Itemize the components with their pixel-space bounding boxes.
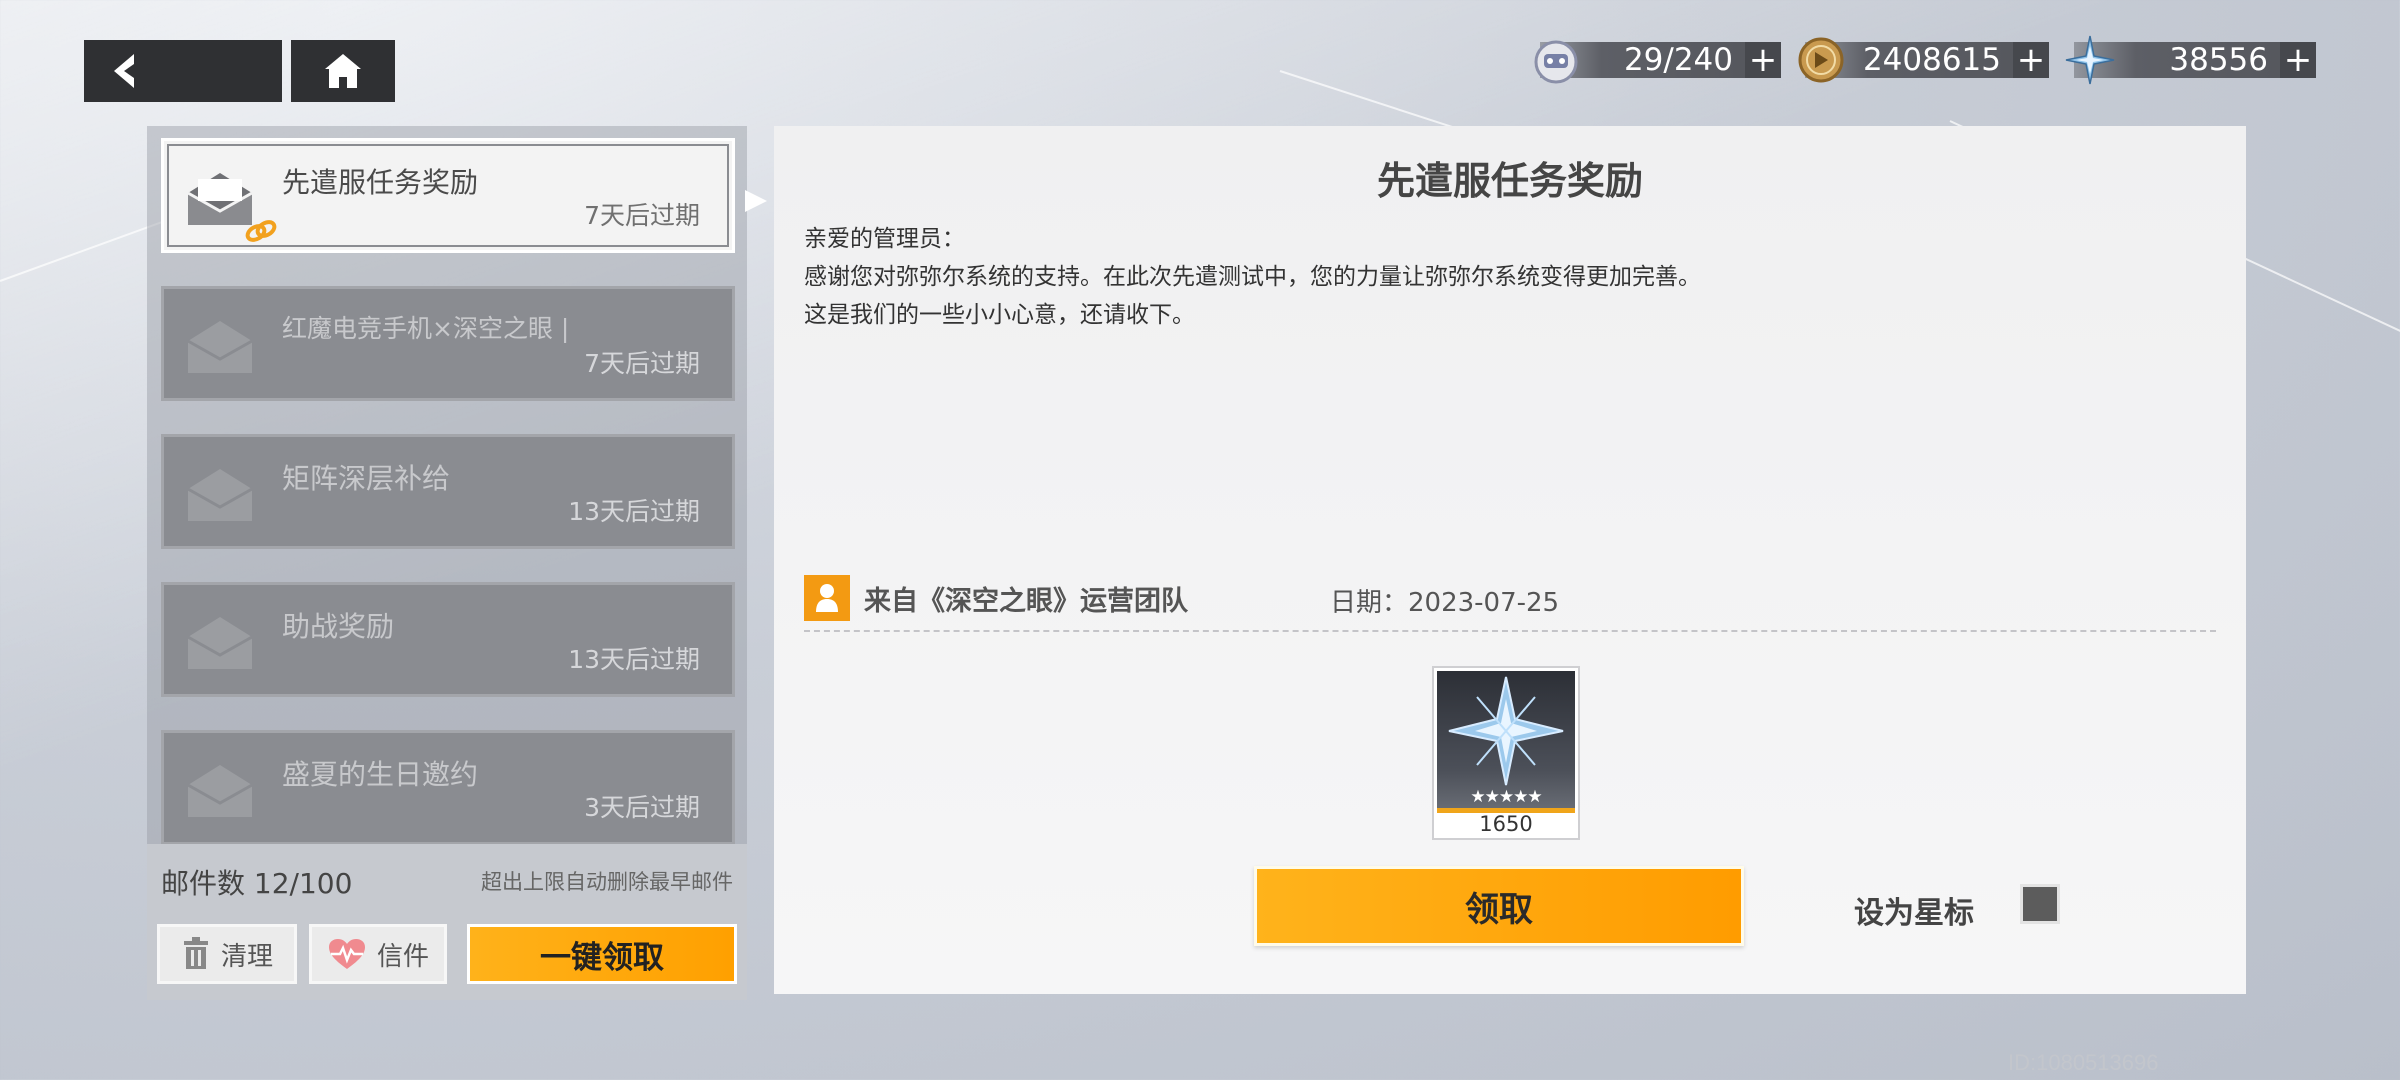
detail-body: 亲爱的管理员： 感谢您对弥弥尔系统的支持。在此次先遣测试中，您的力量让弥弥尔系统… xyxy=(804,220,1701,334)
mail-expire: 3天后过期 xyxy=(584,793,700,822)
crystal-counter: 38556 + xyxy=(2065,35,2316,85)
crystal-icon xyxy=(1448,676,1564,786)
mail-expire: 13天后过期 xyxy=(568,497,700,526)
clean-label: 清理 xyxy=(220,941,273,972)
envelope-icon xyxy=(187,469,253,521)
envelope-icon xyxy=(187,765,253,817)
clean-button[interactable]: 清理 xyxy=(157,924,297,984)
sender-avatar-icon xyxy=(804,575,850,621)
mail-title: 助战奖励 xyxy=(282,610,395,643)
mail-title: 红魔电竞手机×深空之眼 | xyxy=(282,314,570,343)
detail-body-line: 感谢您对弥弥尔系统的支持。在此次先遣测试中，您的力量让弥弥尔系统变得更加完善。 xyxy=(804,264,1701,290)
sender-row: 来自《深空之眼》运营团队 xyxy=(804,574,1188,622)
mail-detail-panel: 先遣服任务奖励 亲爱的管理员： 感谢您对弥弥尔系统的支持。在此次先遣测试中，您的… xyxy=(774,126,2246,994)
star-checkbox[interactable] xyxy=(2020,884,2060,924)
detail-body-line: 亲爱的管理员： xyxy=(804,226,965,252)
mail-item-redmagic[interactable]: 红魔电竞手机×深空之眼 | 7天后过期 xyxy=(161,286,735,401)
detail-title: 先遣服任务奖励 xyxy=(1376,159,1643,203)
claim-all-button[interactable]: 一键领取 xyxy=(467,924,737,984)
back-arrow-icon xyxy=(114,54,134,88)
back-button[interactable] xyxy=(84,40,282,102)
user-id: ID:1080513696 xyxy=(2008,1050,2159,1075)
crystal-add-button[interactable]: + xyxy=(2280,42,2316,78)
reward-stars: ★★★★★ xyxy=(1470,787,1542,807)
letter-label: 信件 xyxy=(376,941,429,972)
mail-title: 盛夏的生日邀约 xyxy=(282,758,479,791)
stamina-add-button[interactable]: + xyxy=(1745,42,1781,78)
divider xyxy=(804,630,2216,632)
coin-add-button[interactable]: + xyxy=(2013,42,2049,78)
reward-art: ★★★★★ xyxy=(1437,671,1575,813)
coin-icon xyxy=(1798,37,1844,83)
reward-quantity: 1650 xyxy=(1479,812,1533,836)
home-button[interactable] xyxy=(291,40,395,102)
envelope-icon xyxy=(187,617,253,669)
mail-list-footer: 邮件数 12/100 超出上限自动删除最早邮件 清理 信件 一键领取 xyxy=(147,844,747,1000)
claim-button[interactable]: 领取 xyxy=(1254,866,1744,946)
mail-title: 先遣服任务奖励 xyxy=(282,166,479,199)
attachment-icon xyxy=(245,220,277,242)
mail-expire: 7天后过期 xyxy=(584,201,700,230)
stamina-counter: 29/240 + xyxy=(1534,40,1781,84)
coin-counter: 2408615 + xyxy=(1798,37,2049,83)
letter-button[interactable]: 信件 xyxy=(309,924,447,984)
mail-count: 邮件数 12/100 xyxy=(161,867,353,900)
sender-name: 来自《深空之眼》运营团队 xyxy=(864,585,1188,617)
trash-icon xyxy=(183,937,208,969)
detail-body-line: 这是我们的一些小小心意，还请收下。 xyxy=(804,302,1195,328)
mail-limit-note: 超出上限自动删除最早邮件 xyxy=(481,870,733,894)
mail-item-support-reward[interactable]: 助战奖励 13天后过期 xyxy=(161,582,735,697)
mail-item-mission-reward[interactable]: 先遣服任务奖励 7天后过期 xyxy=(161,138,735,253)
crystal-icon xyxy=(2065,35,2115,85)
mail-item-birthday-invite[interactable]: 盛夏的生日邀约 3天后过期 xyxy=(161,730,735,845)
mail-title: 矩阵深层补给 xyxy=(282,462,451,495)
background-streak xyxy=(0,218,170,282)
mail-item-matrix-supply[interactable]: 矩阵深层补给 13天后过期 xyxy=(161,434,735,549)
reward-item[interactable]: ★★★★★ 1650 xyxy=(1432,666,1580,840)
stamina-icon xyxy=(1534,40,1578,84)
envelope-icon xyxy=(187,321,253,373)
mail-expire: 7天后过期 xyxy=(584,349,700,378)
home-icon xyxy=(325,54,361,88)
mail-date: 日期：2023-07-25 xyxy=(1330,588,1560,618)
star-label: 设为星标 xyxy=(1854,896,1974,931)
selected-pointer-icon xyxy=(745,190,767,212)
heart-icon xyxy=(328,939,365,969)
mail-expire: 13天后过期 xyxy=(568,645,700,674)
